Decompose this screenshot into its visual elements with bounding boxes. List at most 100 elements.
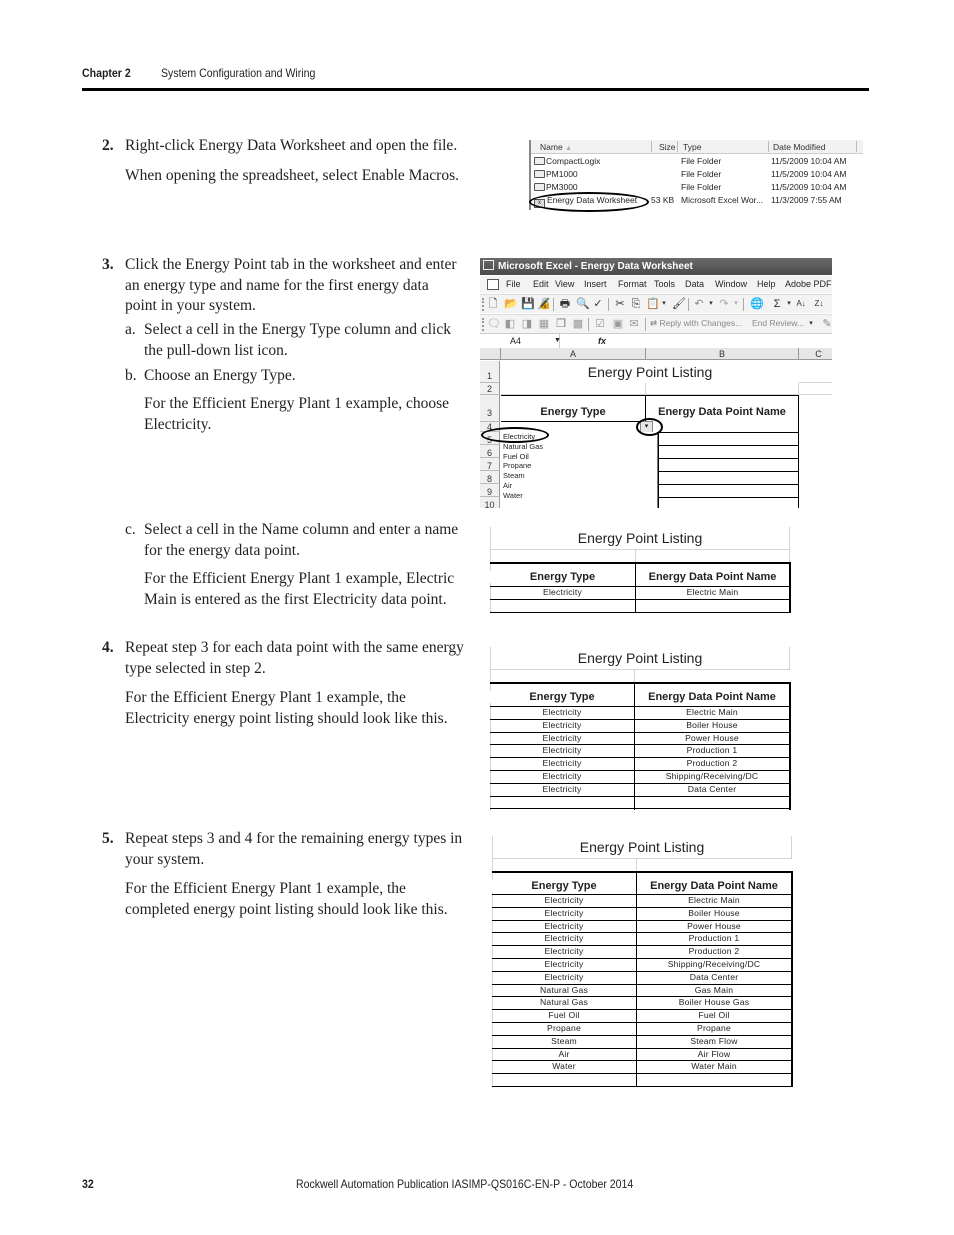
autosum-icon[interactable]: Σ xyxy=(771,298,783,310)
menu-data[interactable]: Data xyxy=(685,276,704,293)
cell[interactable] xyxy=(799,383,832,395)
update-file-icon[interactable]: ▣ xyxy=(612,318,624,330)
dropdown-option[interactable]: Propane xyxy=(503,461,657,471)
new-icon[interactable]: 🗋 xyxy=(487,298,499,310)
column-b-cells[interactable] xyxy=(658,433,799,508)
menu-format[interactable]: Format xyxy=(618,276,647,293)
name-box[interactable]: A4 xyxy=(480,334,560,348)
end-review-button[interactable]: End Review... xyxy=(752,318,804,328)
reply-with-changes-button[interactable]: Reply with Changes... xyxy=(660,318,743,328)
redo-icon[interactable]: ↷ xyxy=(718,298,730,310)
row-header[interactable]: 10 xyxy=(480,497,500,508)
menu-file[interactable]: File xyxy=(506,276,521,293)
new-comment-icon[interactable]: 🗨 xyxy=(487,318,501,330)
row-header[interactable]: 5 xyxy=(480,432,500,445)
select-all-corner[interactable] xyxy=(480,348,501,360)
undo-icon[interactable]: ↶ xyxy=(693,298,705,310)
delete-comment-icon[interactable]: ▩ xyxy=(572,318,584,330)
column-header-name[interactable]: Name ▲ xyxy=(540,142,572,152)
insert-function-icon[interactable]: fx xyxy=(598,334,606,348)
dropdown-option[interactable]: Fuel Oil xyxy=(503,452,657,462)
toolbar-grip[interactable] xyxy=(482,318,484,331)
print-preview-icon[interactable]: 🔍 xyxy=(576,298,590,310)
row-header[interactable]: 9 xyxy=(480,484,500,497)
file-row-energy-data-worksheet[interactable]: x Energy Data Worksheet 53 KB Microsoft E… xyxy=(531,194,863,208)
undo-dropdown-icon[interactable]: ▾ xyxy=(705,298,717,310)
row-header[interactable]: 8 xyxy=(480,471,500,484)
row-header[interactable]: 1 xyxy=(480,361,500,383)
row-header[interactable]: 2 xyxy=(480,383,500,395)
track-changes-icon[interactable]: ☑ xyxy=(594,318,606,330)
cell[interactable] xyxy=(646,383,799,395)
cell[interactable] xyxy=(646,421,799,433)
toolbar-overflow-icon[interactable]: ✎ xyxy=(821,318,832,330)
column-header-a[interactable]: A xyxy=(501,348,646,360)
menu-bar: File Edit View Insert Format Tools Data … xyxy=(480,276,832,293)
hyperlink-icon[interactable]: 🌐 xyxy=(750,298,764,310)
next-comment-icon[interactable]: ◨ xyxy=(521,318,533,330)
row-header[interactable]: 3 xyxy=(480,395,500,422)
row-header[interactable]: 6 xyxy=(480,445,500,458)
energy-point-listing-step-5: Energy Point Listing Energy Type Energy … xyxy=(492,836,793,1088)
column-header-size[interactable]: Size xyxy=(659,142,676,152)
file-row[interactable]: PM1000 File Folder 11/5/2009 10:04 AM xyxy=(531,168,863,181)
autosum-dropdown-icon[interactable]: ▾ xyxy=(783,298,795,310)
formula-bar: A4 ▼ fx xyxy=(480,333,832,348)
permission-icon[interactable]: 🔏 xyxy=(537,298,551,310)
standard-toolbar: 🗋 📂 💾 🔏 🖶 🔍 ✓ ✂ ⎘ 📋 ▾ 🖌 ↶ ▾ ↷ ▾ 🌐 Σ ▾ A↓… xyxy=(480,294,832,313)
menu-edit[interactable]: Edit xyxy=(533,276,549,293)
column-header-c[interactable]: C xyxy=(799,348,832,360)
name-box-dropdown-icon[interactable]: ▼ xyxy=(554,334,561,348)
energy-type-cell: Electricity xyxy=(544,933,584,944)
menu-insert[interactable]: Insert xyxy=(584,276,607,293)
paste-icon[interactable]: 📋 xyxy=(646,298,660,310)
mail-recipient-icon[interactable]: ✉ xyxy=(628,318,640,330)
excel-file-icon: x xyxy=(534,199,545,208)
dropdown-option[interactable]: Electricity xyxy=(503,432,657,442)
dropdown-option[interactable]: Air xyxy=(503,481,657,491)
cell[interactable] xyxy=(501,383,646,395)
step-text-line: Repeat step 3 for each data point with t… xyxy=(125,639,464,656)
note-line: For the Efficient Energy Plant 1 example… xyxy=(125,880,406,897)
dropdown-option[interactable]: Water xyxy=(503,491,657,501)
substep-label: c. xyxy=(125,521,136,538)
show-all-comments-icon[interactable]: ❐ xyxy=(555,318,567,330)
data-point-name-cell: Boiler House xyxy=(686,719,738,730)
row-header[interactable]: 7 xyxy=(480,458,500,471)
menu-view[interactable]: View xyxy=(555,276,574,293)
spelling-icon[interactable]: ✓ xyxy=(592,298,604,310)
open-icon[interactable]: 📂 xyxy=(504,298,518,310)
format-painter-icon[interactable]: 🖌 xyxy=(672,298,686,310)
toolbar-grip[interactable] xyxy=(482,298,484,311)
save-icon[interactable]: 💾 xyxy=(521,298,535,310)
dropdown-option[interactable]: Steam xyxy=(503,471,657,481)
substep-label: b. xyxy=(125,367,137,384)
column-header-b[interactable]: B xyxy=(646,348,799,360)
energy-type-cell: Natural Gas xyxy=(539,997,589,1008)
menu-help[interactable]: Help xyxy=(757,276,776,293)
copy-icon[interactable]: ⎘ xyxy=(630,298,642,310)
dropdown-option[interactable]: Natural Gas xyxy=(503,442,657,452)
row-header[interactable]: 4 xyxy=(480,422,500,432)
file-row[interactable]: PM3000 File Folder 11/5/2009 10:04 AM xyxy=(531,181,863,194)
menu-adobe-pdf[interactable]: Adobe PDF xyxy=(785,276,832,293)
sort-ascending-icon[interactable]: A↓ xyxy=(795,298,807,310)
data-point-name-cell: Shipping/Receiving/DC xyxy=(665,771,759,781)
file-date: 11/5/2009 10:04 AM xyxy=(771,182,847,192)
column-header-date[interactable]: Date Modified xyxy=(773,142,825,152)
menu-tools[interactable]: Tools xyxy=(654,276,675,293)
show-comment-icon[interactable]: ▦ xyxy=(538,318,550,330)
previous-comment-icon[interactable]: ◧ xyxy=(504,318,516,330)
step-text-line: Repeat steps 3 and 4 for the remaining e… xyxy=(125,830,463,847)
cell[interactable] xyxy=(799,361,832,383)
sort-descending-icon[interactable]: Z↓ xyxy=(813,298,825,310)
data-point-name-cell: Air Flow xyxy=(697,1048,731,1059)
column-header-type[interactable]: Type xyxy=(683,142,701,152)
print-icon[interactable]: 🖶 xyxy=(559,298,571,310)
file-row[interactable]: CompactLogix File Folder 11/5/2009 10:04… xyxy=(531,155,863,168)
menu-window[interactable]: Window xyxy=(715,276,747,293)
redo-dropdown-icon[interactable]: ▾ xyxy=(730,298,742,310)
toolbar-options-icon[interactable]: ▾ xyxy=(805,318,817,330)
cut-icon[interactable]: ✂ xyxy=(614,298,626,310)
paste-dropdown-icon[interactable]: ▾ xyxy=(658,298,670,310)
